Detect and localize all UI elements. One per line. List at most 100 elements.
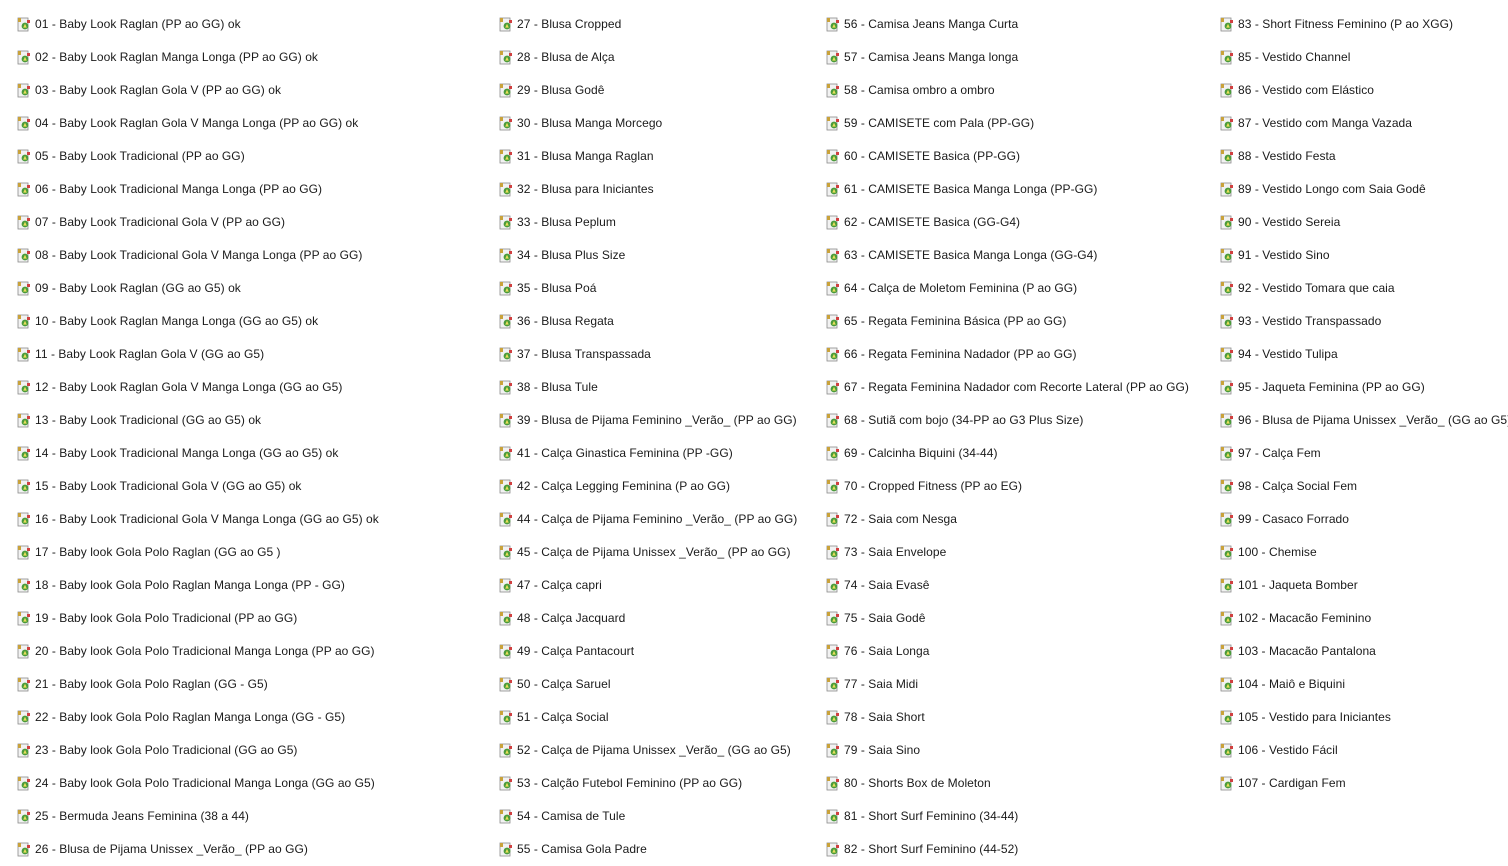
file-item[interactable]: 68 - Sutiã com bojo (34-PP ao G3 Plus Si… [826,404,1220,437]
file-item[interactable]: 66 - Regata Feminina Nadador (PP ao GG) [826,338,1220,371]
file-item[interactable]: 02 - Baby Look Raglan Manga Longa (PP ao… [17,41,499,74]
file-item[interactable]: 63 - CAMISETE Basica Manga Longa (GG-G4) [826,239,1220,272]
file-item[interactable]: 78 - Saia Short [826,701,1220,734]
file-item[interactable]: 54 - Camisa de Tule [499,800,826,833]
file-item[interactable]: 09 - Baby Look Raglan (GG ao G5) ok [17,272,499,305]
file-item[interactable]: 106 - Vestido Fácil [1220,734,1508,767]
file-item[interactable]: 10 - Baby Look Raglan Manga Longa (GG ao… [17,305,499,338]
file-item[interactable]: 76 - Saia Longa [826,635,1220,668]
file-item[interactable]: 81 - Short Surf Feminino (34-44) [826,800,1220,833]
file-item[interactable]: 11 - Baby Look Raglan Gola V (GG ao G5) [17,338,499,371]
file-item[interactable]: 69 - Calcinha Biquini (34-44) [826,437,1220,470]
file-item[interactable]: 75 - Saia Godê [826,602,1220,635]
file-item[interactable]: 73 - Saia Envelope [826,536,1220,569]
file-item[interactable]: 102 - Macacão Feminino [1220,602,1508,635]
file-item[interactable]: 24 - Baby look Gola Polo Tradicional Man… [17,767,499,800]
file-item[interactable]: 51 - Calça Social [499,701,826,734]
file-item[interactable]: 85 - Vestido Channel [1220,41,1508,74]
file-item[interactable]: 47 - Calça capri [499,569,826,602]
file-item[interactable]: 57 - Camisa Jeans Manga longa [826,41,1220,74]
file-item[interactable]: 20 - Baby look Gola Polo Tradicional Man… [17,635,499,668]
file-item[interactable]: 56 - Camisa Jeans Manga Curta [826,8,1220,41]
file-item[interactable]: 50 - Calça Saruel [499,668,826,701]
file-item[interactable]: 04 - Baby Look Raglan Gola V Manga Longa… [17,107,499,140]
file-item[interactable]: 74 - Saia Evasê [826,569,1220,602]
file-item[interactable]: 52 - Calça de Pijama Unissex _Verão_ (GG… [499,734,826,767]
file-item[interactable]: 87 - Vestido com Manga Vazada [1220,107,1508,140]
file-item[interactable]: 103 - Macacão Pantalona [1220,635,1508,668]
file-item[interactable]: 93 - Vestido Transpassado [1220,305,1508,338]
file-item[interactable]: 79 - Saia Sino [826,734,1220,767]
file-item[interactable]: 22 - Baby look Gola Polo Raglan Manga Lo… [17,701,499,734]
file-item[interactable]: 107 - Cardigan Fem [1220,767,1508,800]
file-item[interactable]: 77 - Saia Midi [826,668,1220,701]
file-item[interactable]: 72 - Saia com Nesga [826,503,1220,536]
file-item[interactable]: 91 - Vestido Sino [1220,239,1508,272]
file-item[interactable]: 38 - Blusa Tule [499,371,826,404]
file-item[interactable]: 33 - Blusa Peplum [499,206,826,239]
file-item[interactable]: 27 - Blusa Cropped [499,8,826,41]
file-item[interactable]: 60 - CAMISETE Basica (PP-GG) [826,140,1220,173]
file-item[interactable]: 41 - Calça Ginastica Feminina (PP -GG) [499,437,826,470]
file-item[interactable]: 06 - Baby Look Tradicional Manga Longa (… [17,173,499,206]
file-item[interactable]: 97 - Calça Fem [1220,437,1508,470]
file-item[interactable]: 95 - Jaqueta Feminina (PP ao GG) [1220,371,1508,404]
file-item[interactable]: 44 - Calça de Pijama Feminino _Verão_ (P… [499,503,826,536]
file-item[interactable]: 13 - Baby Look Tradicional (GG ao G5) ok [17,404,499,437]
file-item[interactable]: 31 - Blusa Manga Raglan [499,140,826,173]
file-item[interactable]: 37 - Blusa Transpassada [499,338,826,371]
file-item[interactable]: 07 - Baby Look Tradicional Gola V (PP ao… [17,206,499,239]
file-item[interactable]: 14 - Baby Look Tradicional Manga Longa (… [17,437,499,470]
file-item[interactable]: 65 - Regata Feminina Básica (PP ao GG) [826,305,1220,338]
file-item[interactable]: 92 - Vestido Tomara que caia [1220,272,1508,305]
file-item[interactable]: 80 - Shorts Box de Moleton [826,767,1220,800]
file-item[interactable]: 34 - Blusa Plus Size [499,239,826,272]
file-item[interactable]: 96 - Blusa de Pijama Unissex _Verão_ (GG… [1220,404,1508,437]
file-item[interactable]: 59 - CAMISETE com Pala (PP-GG) [826,107,1220,140]
file-item[interactable]: 35 - Blusa Poá [499,272,826,305]
file-item[interactable]: 90 - Vestido Sereia [1220,206,1508,239]
file-item[interactable]: 105 - Vestido para Iniciantes [1220,701,1508,734]
file-item[interactable]: 83 - Short Fitness Feminino (P ao XGG) [1220,8,1508,41]
file-item[interactable]: 64 - Calça de Moletom Feminina (P ao GG) [826,272,1220,305]
file-item[interactable]: 23 - Baby look Gola Polo Tradicional (GG… [17,734,499,767]
file-item[interactable]: 36 - Blusa Regata [499,305,826,338]
file-item[interactable]: 99 - Casaco Forrado [1220,503,1508,536]
file-item[interactable]: 104 - Maiô e Biquini [1220,668,1508,701]
file-item[interactable]: 16 - Baby Look Tradicional Gola V Manga … [17,503,499,536]
file-item[interactable]: 05 - Baby Look Tradicional (PP ao GG) [17,140,499,173]
file-item[interactable]: 70 - Cropped Fitness (PP ao EG) [826,470,1220,503]
file-item[interactable]: 39 - Blusa de Pijama Feminino _Verão_ (P… [499,404,826,437]
file-item[interactable]: 62 - CAMISETE Basica (GG-G4) [826,206,1220,239]
file-item[interactable]: 86 - Vestido com Elástico [1220,74,1508,107]
file-item[interactable]: 98 - Calça Social Fem [1220,470,1508,503]
file-item[interactable]: 89 - Vestido Longo com Saia Godê [1220,173,1508,206]
file-item[interactable]: 25 - Bermuda Jeans Feminina (38 a 44) [17,800,499,833]
file-item[interactable]: 28 - Blusa de Alça [499,41,826,74]
file-item[interactable]: 100 - Chemise [1220,536,1508,569]
file-item[interactable]: 12 - Baby Look Raglan Gola V Manga Longa… [17,371,499,404]
file-item[interactable]: 58 - Camisa ombro a ombro [826,74,1220,107]
file-item[interactable]: 03 - Baby Look Raglan Gola V (PP ao GG) … [17,74,499,107]
file-item[interactable]: 88 - Vestido Festa [1220,140,1508,173]
file-item[interactable]: 01 - Baby Look Raglan (PP ao GG) ok [17,8,499,41]
file-item[interactable]: 55 - Camisa Gola Padre [499,833,826,866]
file-item[interactable]: 19 - Baby look Gola Polo Tradicional (PP… [17,602,499,635]
file-item[interactable]: 26 - Blusa de Pijama Unissex _Verão_ (PP… [17,833,499,866]
file-item[interactable]: 101 - Jaqueta Bomber [1220,569,1508,602]
file-item[interactable]: 61 - CAMISETE Basica Manga Longa (PP-GG) [826,173,1220,206]
file-item[interactable]: 18 - Baby look Gola Polo Raglan Manga Lo… [17,569,499,602]
file-item[interactable]: 45 - Calça de Pijama Unissex _Verão_ (PP… [499,536,826,569]
file-item[interactable]: 32 - Blusa para Iniciantes [499,173,826,206]
file-item[interactable]: 17 - Baby look Gola Polo Raglan (GG ao G… [17,536,499,569]
file-item[interactable]: 29 - Blusa Godê [499,74,826,107]
file-item[interactable]: 15 - Baby Look Tradicional Gola V (GG ao… [17,470,499,503]
file-item[interactable]: 82 - Short Surf Feminino (44-52) [826,833,1220,866]
file-item[interactable]: 53 - Calção Futebol Feminino (PP ao GG) [499,767,826,800]
file-item[interactable]: 30 - Blusa Manga Morcego [499,107,826,140]
file-item[interactable]: 08 - Baby Look Tradicional Gola V Manga … [17,239,499,272]
file-item[interactable]: 21 - Baby look Gola Polo Raglan (GG - G5… [17,668,499,701]
file-item[interactable]: 49 - Calça Pantacourt [499,635,826,668]
file-item[interactable]: 67 - Regata Feminina Nadador com Recorte… [826,371,1220,404]
file-item[interactable]: 42 - Calça Legging Feminina (P ao GG) [499,470,826,503]
